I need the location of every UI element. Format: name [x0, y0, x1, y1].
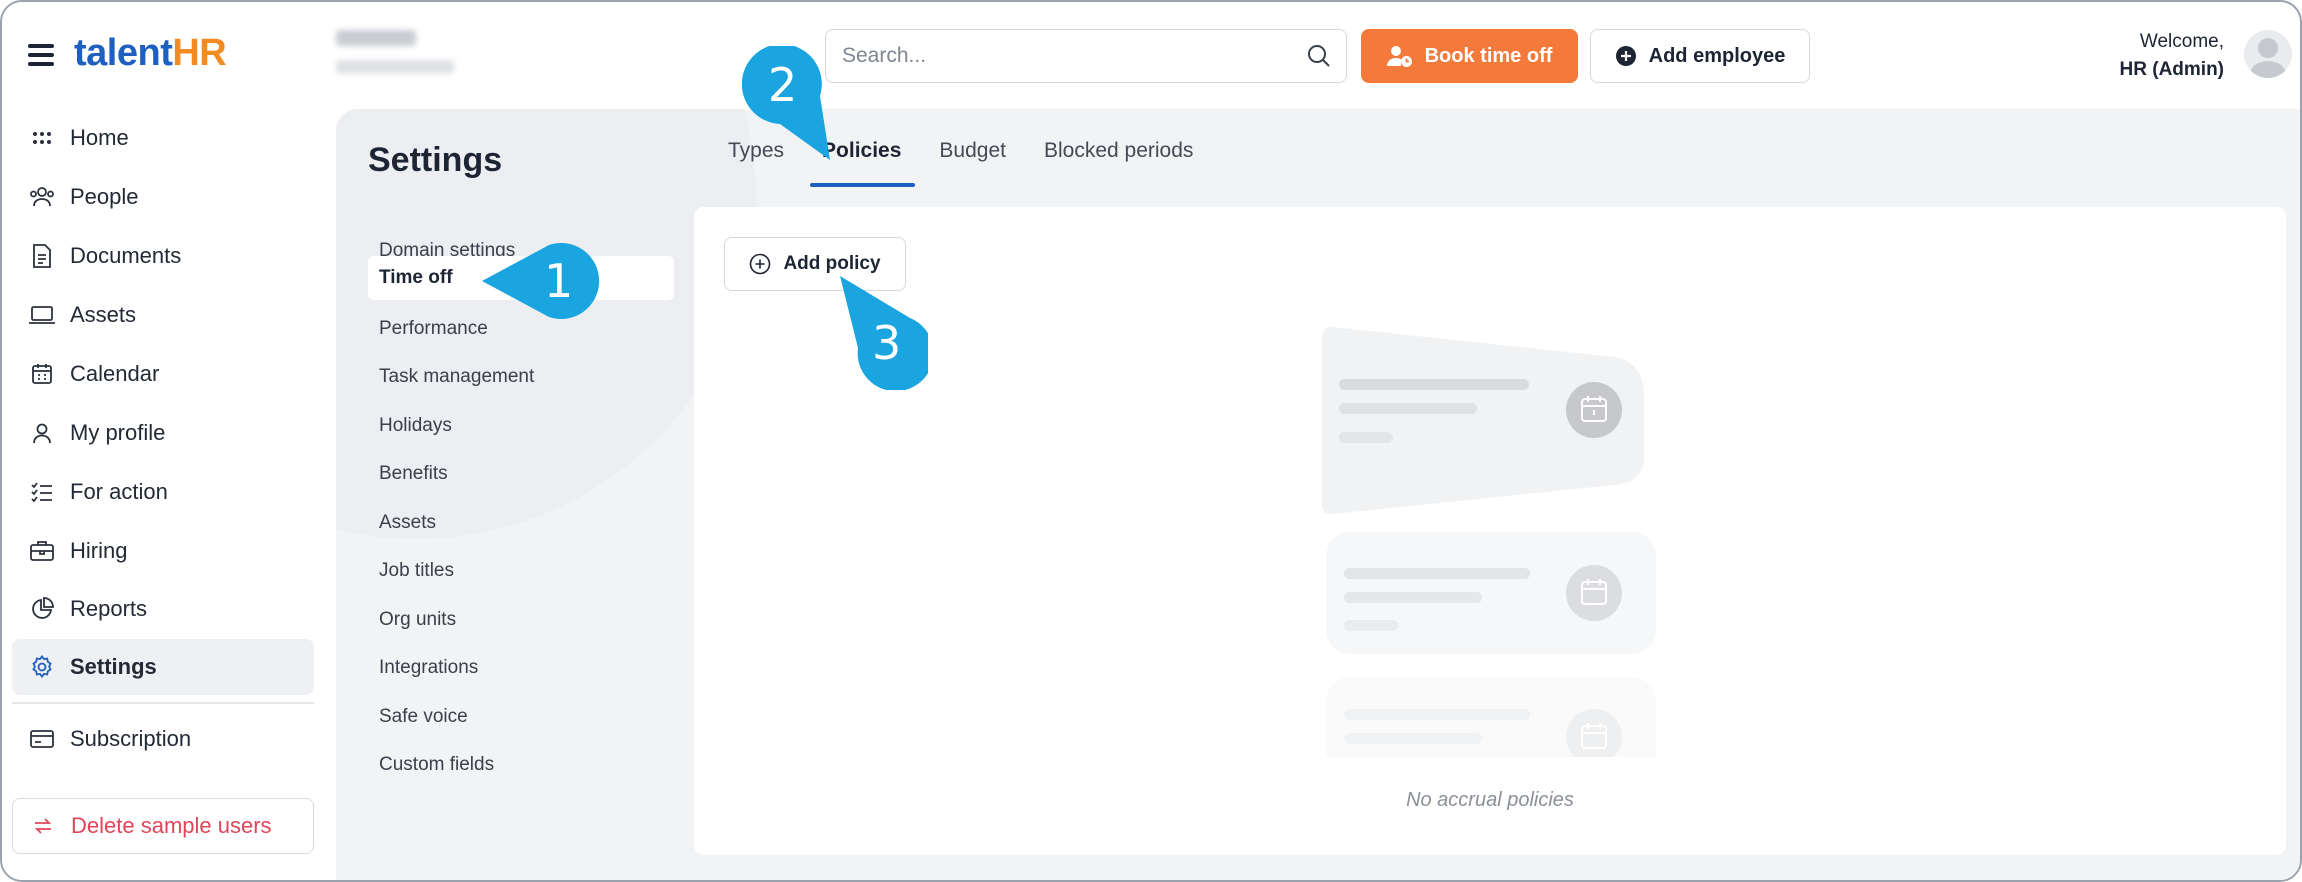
settings-item-safe-voice[interactable]: Safe voice: [368, 695, 674, 739]
sidebar-item-label: Calendar: [70, 361, 160, 386]
user-greeting: Welcome, HR (Admin): [2120, 28, 2224, 84]
user-name: HR (Admin): [2119, 59, 2224, 80]
briefcase-icon: [28, 537, 56, 565]
user-icon: [28, 419, 56, 447]
add-employee-button[interactable]: Add employee: [1590, 29, 1810, 83]
main-content: Settings Domain settings Time off Perfor…: [336, 109, 2300, 880]
settings-item-org-units[interactable]: Org units: [368, 598, 674, 642]
callout-number-1: 1: [544, 254, 574, 308]
empty-state-illustration: [1322, 326, 1656, 757]
book-time-off-button[interactable]: Book time off: [1361, 29, 1578, 83]
logo[interactable]: talentHR: [74, 32, 227, 75]
search-input[interactable]: [842, 44, 1282, 68]
settings-item-integrations[interactable]: Integrations: [368, 646, 674, 690]
settings-item-job-titles[interactable]: Job titles: [368, 549, 674, 593]
delete-sample-users-label: Delete sample users: [71, 813, 272, 838]
sidebar-item-assets[interactable]: Assets: [12, 287, 314, 343]
empty-state-text: No accrual policies: [1406, 789, 1574, 811]
menu-icon[interactable]: [28, 44, 54, 66]
plus-circle-icon: [1615, 45, 1637, 67]
card-icon: [28, 725, 56, 753]
page-title: Settings: [368, 141, 503, 179]
sidebar-item-label: Documents: [70, 243, 182, 268]
laptop-icon: [28, 301, 56, 329]
app-window: talentHR Home People Documents Assets Ca…: [0, 0, 2302, 882]
book-time-off-label: Book time off: [1424, 44, 1553, 67]
blurred-date: [336, 30, 454, 74]
welcome-text: Welcome,: [2139, 31, 2224, 52]
sidebar-item-settings[interactable]: Settings: [12, 639, 314, 695]
search-box[interactable]: [825, 29, 1347, 83]
sidebar-item-label: My profile: [70, 420, 166, 445]
sync-icon: [29, 812, 57, 840]
grid-icon: [28, 124, 56, 152]
document-icon: [28, 242, 56, 270]
sidebar-item-home[interactable]: Home: [12, 110, 314, 166]
sidebar-item-label: Assets: [70, 302, 137, 327]
sidebar-item-label: Reports: [70, 596, 148, 621]
add-policy-label: Add policy: [783, 253, 881, 274]
callout-number-2: 2: [768, 58, 798, 112]
gear-icon: [28, 653, 56, 681]
sidebar-item-reports[interactable]: Reports: [12, 581, 314, 637]
tab-policies[interactable]: Policies: [809, 139, 916, 187]
sidebar-item-label: Subscription: [70, 726, 192, 751]
delete-sample-users-button[interactable]: Delete sample users: [12, 798, 314, 854]
sidebar-item-documents[interactable]: Documents: [12, 228, 314, 284]
user-clock-icon: [1386, 44, 1413, 68]
sidebar-item-label: Settings: [70, 654, 157, 679]
sidebar-item-my-profile[interactable]: My profile: [12, 405, 314, 461]
tab-budget[interactable]: Budget: [939, 139, 1014, 183]
sidebar-item-label: Home: [70, 125, 129, 150]
callout-number-3: 3: [872, 316, 902, 370]
sidebar-item-subscription[interactable]: Subscription: [12, 711, 314, 767]
tab-blocked-periods[interactable]: Blocked periods: [1044, 139, 1201, 183]
sidebar-item-hiring[interactable]: Hiring: [12, 523, 314, 579]
sidebar-item-label: People: [70, 184, 139, 209]
settings-item-assets[interactable]: Assets: [368, 501, 674, 545]
policies-panel: Add policy No accrual policies: [694, 207, 2286, 855]
settings-item-custom-fields[interactable]: Custom fields: [368, 743, 674, 787]
sidebar-item-people[interactable]: People: [12, 169, 314, 225]
settings-item-holidays[interactable]: Holidays: [368, 404, 674, 448]
add-employee-label: Add employee: [1648, 44, 1786, 67]
sidebar-item-label: Hiring: [70, 538, 128, 563]
sidebar-item-calendar[interactable]: Calendar: [12, 346, 314, 402]
sidebar: talentHR Home People Documents Assets Ca…: [2, 2, 332, 880]
sidebar-item-label: For action: [70, 479, 168, 504]
settings-item-task-management[interactable]: Task management: [368, 355, 674, 399]
search-icon[interactable]: [1306, 43, 1332, 75]
people-icon: [28, 183, 56, 211]
checklist-icon: [28, 478, 56, 506]
settings-item-benefits[interactable]: Benefits: [368, 452, 674, 496]
avatar[interactable]: [2244, 30, 2292, 78]
sidebar-divider: [12, 702, 314, 704]
sidebar-item-for-action[interactable]: For action: [12, 464, 314, 520]
plus-circle-icon: [749, 253, 771, 275]
pie-chart-icon: [28, 595, 56, 623]
calendar-icon: [28, 360, 56, 388]
